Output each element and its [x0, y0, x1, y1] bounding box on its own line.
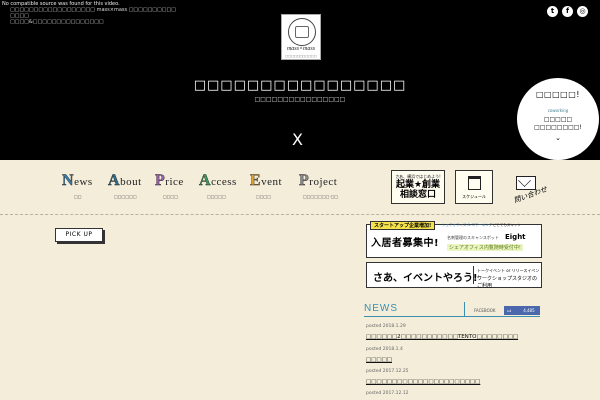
thumbs-up-icon: 👍︎ [507, 308, 512, 313]
eight-logo: Eight [505, 233, 526, 241]
viewing-label: シェアオフィス内覧随時受付中! [447, 244, 523, 251]
banner-separator [473, 266, 474, 284]
news-heading: NEWS [364, 303, 398, 314]
nav-sublabel: □□□□□□□·□□ [303, 194, 339, 199]
news-title-link[interactable]: □□□□□ [366, 357, 392, 363]
event-banner[interactable]: さあ、イベントやろう! トークイベント or リリースイベント ワークショップス… [366, 262, 542, 289]
hero-subtitle: □□□□□□□□□□□□□□□□ [254, 96, 346, 103]
hero-title: □□□□□□□□□□□□□□□□ [193, 78, 407, 93]
news-date: posted 2017.12.12 [366, 391, 409, 396]
news-date: posted 2018.1.29 [366, 324, 406, 329]
nav-sublabel: □□□□□□ [114, 194, 137, 199]
share-office-label: シェアオフィス & コワーキング [442, 223, 493, 227]
nav-sublabel: □□ [74, 194, 82, 199]
instagram-icon[interactable]: ◎ [577, 6, 588, 17]
chevron-down-icon: ⌄ [555, 134, 561, 142]
close-video-button[interactable]: X [292, 130, 303, 149]
logo-text: mass×mass [286, 46, 316, 52]
startup-tag: スタートアップ企業増加! [370, 221, 436, 230]
news-date: posted 2017.12.25 [366, 369, 409, 374]
twitter-icon[interactable]: t [547, 6, 558, 17]
logo-subtext: □□□□□□□□□□□ [285, 54, 317, 58]
badge-coworking-label: coworking [547, 108, 569, 113]
scan-label: どこでもスキャン [493, 223, 521, 227]
nav-sublabel: □□□□□ [207, 194, 226, 199]
hero-video-section: No compatible source was found for this … [0, 0, 600, 160]
workshop-label: ワークショップスタジオのご利用 [477, 276, 538, 289]
news-title-link[interactable]: □□□□□□□□□□□□□□□□□□□□□□ [366, 379, 480, 385]
schedule-label: スケジュール [462, 194, 486, 199]
recruit-banner[interactable]: スタートアップ企業増加! シェアオフィス & コワーキング どこでもスキャン 入… [366, 221, 542, 258]
recruit-heading: 入居者募集中! [371, 238, 440, 249]
scan-spot-label: 名刺管理のスキャンスポット [447, 235, 499, 240]
badge-text: □□□□□ □□□□□□□□! [534, 116, 582, 131]
news-title-link[interactable]: □□□□□□2□□□□□□□□□□□TENTO□□□□□□□□ [366, 334, 518, 340]
facebook-icon[interactable]: f [562, 6, 573, 17]
schedule-button[interactable]: スケジュール [455, 170, 493, 204]
facebook-like-button[interactable]: 👍︎ 4,485 [504, 306, 540, 315]
hero-tagline-3: □□□□&□□□□□□□□□□□□□□□ [10, 19, 104, 25]
news-separator [464, 302, 465, 316]
pickup-tab[interactable]: PICK UP [55, 228, 103, 242]
business-consultation-button[interactable]: さあ、横浜ではじめよう! 起業★創業 相談窓口 [391, 170, 445, 204]
like-count: 4,485 [523, 308, 535, 313]
section-divider [0, 214, 600, 215]
coworking-badge[interactable]: □□□□□! coworking □□□□□ □□□□□□□□! ⌄ [517, 78, 599, 160]
event-heading: さあ、イベントやろう! [373, 273, 478, 284]
site-logo[interactable]: mass×mass □□□□□□□□□□□ [281, 14, 321, 60]
news-underline [364, 316, 540, 317]
nav-sublabel: □□□□ [256, 194, 272, 199]
hero-tagline: □□□□□□□□□□□□□□□□□□ mass×mass □□□□□□□□□□ [10, 7, 176, 13]
badge-heading: □□□□□! [536, 90, 580, 99]
facebook-label: FACEBOOK [474, 308, 496, 313]
nav-sublabel: □□□□ [163, 194, 179, 199]
news-date: posted 2018.1.4 [366, 347, 403, 352]
calendar-icon [467, 176, 481, 190]
logo-illustration-icon [288, 18, 316, 46]
